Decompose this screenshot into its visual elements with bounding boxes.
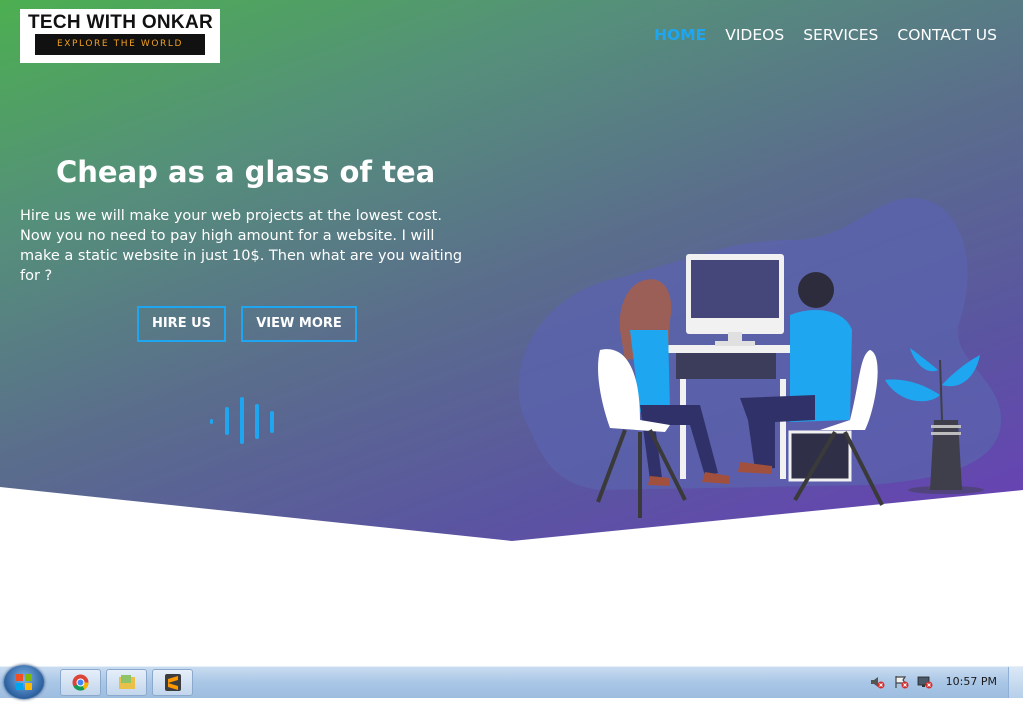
hero-description: Hire us we will make your web projects a… [20, 208, 463, 284]
hire-us-button[interactable]: HIRE US [137, 306, 226, 342]
taskbar-clock[interactable]: 10:57 PM [946, 675, 997, 688]
nav-videos[interactable]: VIDEOS [725, 26, 784, 44]
audio-wave-icon [210, 397, 274, 444]
start-button[interactable] [4, 665, 44, 699]
volume-muted-icon[interactable] [869, 675, 885, 689]
windows-taskbar: 10:57 PM [0, 665, 1023, 699]
file-explorer-icon [119, 675, 135, 689]
chrome-icon [72, 674, 89, 691]
site-logo[interactable]: TECH WITH ONKAR EXPLORE THE WORLD [20, 9, 220, 63]
taskbar-chrome[interactable] [60, 669, 101, 696]
logo-title: TECH WITH ONKAR [28, 12, 213, 33]
view-more-button[interactable]: VIEW MORE [241, 306, 357, 342]
windows-logo-icon [16, 674, 32, 690]
show-desktop-button[interactable] [1008, 667, 1023, 698]
hero-headline: Cheap as a glass of tea [56, 155, 436, 189]
logo-tagline: EXPLORE THE WORLD [35, 34, 205, 55]
nav-contact-us[interactable]: CONTACT US [897, 26, 997, 44]
nav-services[interactable]: SERVICES [803, 26, 878, 44]
network-disconnected-icon[interactable] [917, 675, 933, 689]
main-nav: HOME VIDEOS SERVICES CONTACT US [654, 26, 997, 44]
action-center-flag-icon[interactable] [893, 675, 909, 689]
people-at-computer-illustration [518, 197, 1002, 518]
sublime-text-icon [165, 674, 181, 691]
nav-home[interactable]: HOME [654, 26, 706, 44]
taskbar-file-explorer[interactable] [106, 669, 147, 696]
taskbar-sublime-text[interactable] [152, 669, 193, 696]
